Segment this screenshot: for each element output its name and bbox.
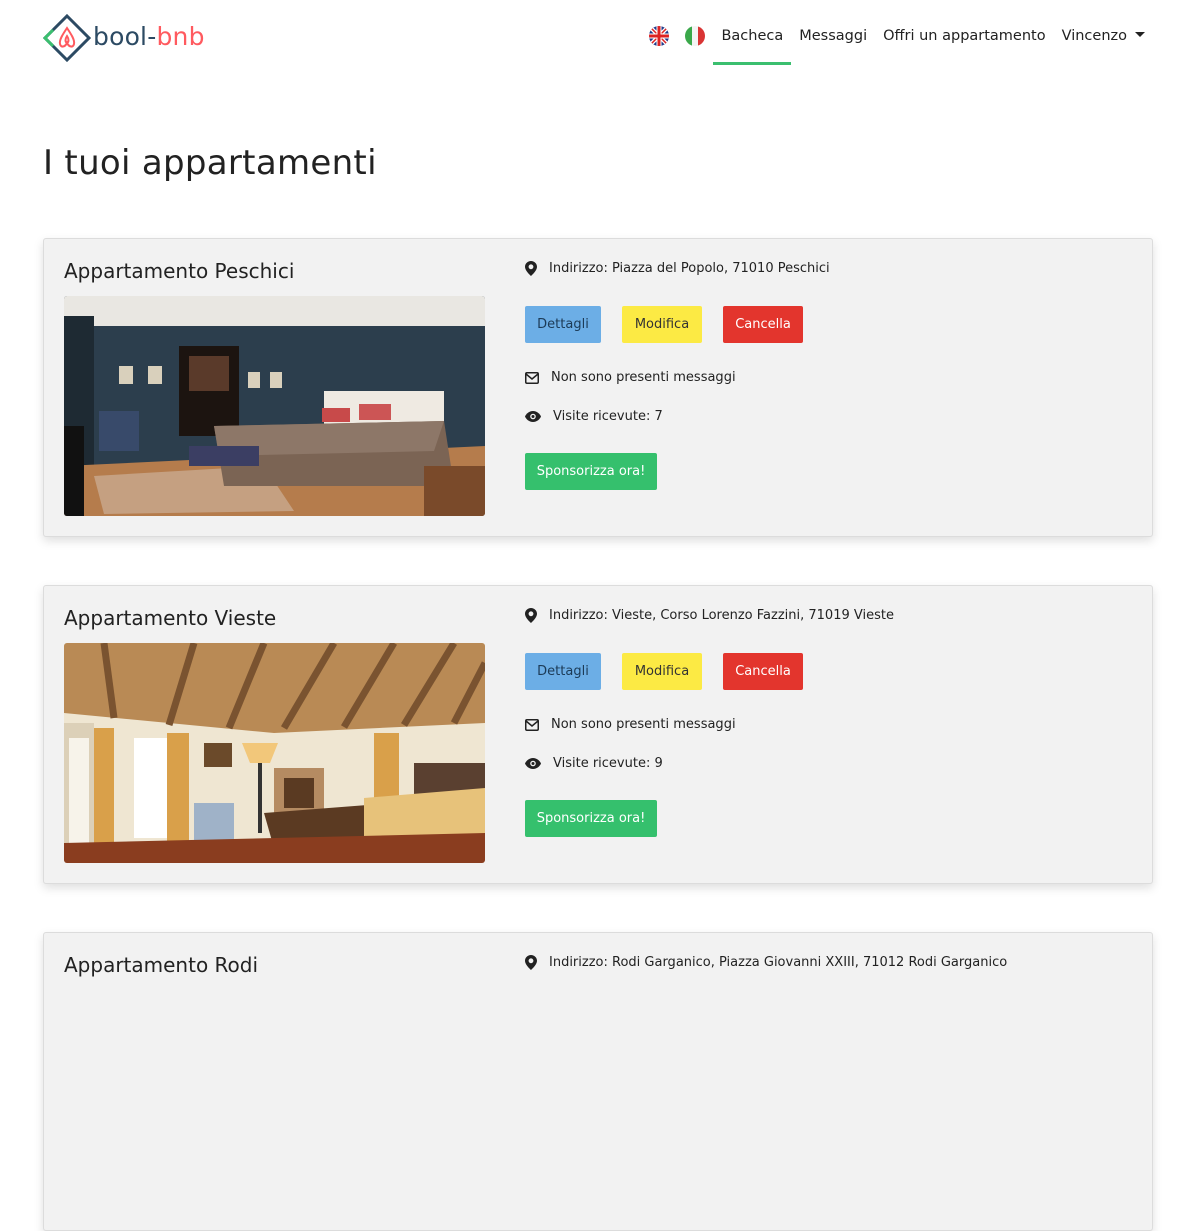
messages-row: Non sono presenti messaggi [525, 717, 736, 732]
apartment-title: Appartamento Vieste [64, 606, 277, 630]
apartment-photo [64, 296, 485, 516]
nav-menu: Bacheca Messaggi Offri un appartamento V… [649, 24, 1145, 65]
address-row: Indirizzo: Rodi Garganico, Piazza Giovan… [525, 955, 1007, 970]
delete-button[interactable]: Cancella [723, 653, 803, 690]
apartment-title: Appartamento Rodi [64, 953, 259, 977]
nav-offri-appartamento[interactable]: Offri un appartamento [883, 28, 1046, 44]
apartment-title: Appartamento Peschici [64, 259, 295, 283]
messages-row: Non sono presenti messaggi [525, 370, 736, 385]
nav-bacheca[interactable]: Bacheca [713, 28, 791, 65]
apartment-photo [64, 643, 485, 863]
brand-logo[interactable]: bool-bnb [43, 14, 205, 62]
map-marker-icon [525, 608, 537, 623]
map-marker-icon [525, 955, 537, 970]
visits-text: Visite ricevute: 9 [553, 756, 663, 771]
page-title: I tuoi appartamenti [43, 143, 377, 183]
edit-button[interactable]: Modifica [622, 653, 702, 690]
envelope-icon [525, 718, 539, 731]
user-menu-toggle[interactable]: Vincenzo [1062, 28, 1145, 44]
details-button[interactable]: Dettagli [525, 653, 601, 690]
edit-button[interactable]: Modifica [622, 306, 702, 343]
uk-flag-icon[interactable] [649, 26, 670, 46]
visits-row: Visite ricevute: 9 [525, 756, 663, 771]
apartment-info: Indirizzo: Piazza del Popolo, 71010 Pesc… [525, 239, 1125, 536]
apartment-card: Appartamento Rodi Indirizzo: Rodi Gargan… [43, 932, 1153, 1231]
messages-text: Non sono presenti messaggi [551, 370, 736, 385]
italy-flag-icon[interactable] [685, 26, 706, 46]
messages-text: Non sono presenti messaggi [551, 717, 736, 732]
navbar: bool-bnb Bacheca Messaggi Offri un appar… [0, 0, 1201, 80]
user-name: Vincenzo [1061, 28, 1127, 44]
map-marker-icon [525, 261, 537, 276]
eye-icon [525, 411, 541, 422]
apartment-card: Appartamento Vieste Indirizzo: Vieste, C… [43, 585, 1153, 884]
nav-messaggi[interactable]: Messaggi [799, 28, 867, 44]
chevron-down-icon [1135, 32, 1145, 37]
apartment-info: Indirizzo: Rodi Garganico, Piazza Giovan… [525, 933, 1125, 1230]
envelope-icon [525, 371, 539, 384]
address-text: Indirizzo: Piazza del Popolo, 71010 Pesc… [549, 261, 830, 276]
address-row: Indirizzo: Vieste, Corso Lorenzo Fazzini… [525, 608, 894, 623]
address-text: Indirizzo: Rodi Garganico, Piazza Giovan… [549, 955, 1008, 970]
visits-row: Visite ricevute: 7 [525, 409, 663, 424]
logo-icon [43, 14, 91, 62]
apartment-info: Indirizzo: Vieste, Corso Lorenzo Fazzini… [525, 586, 1125, 883]
address-text: Indirizzo: Vieste, Corso Lorenzo Fazzini… [549, 608, 894, 623]
visits-text: Visite ricevute: 7 [553, 409, 663, 424]
sponsor-button[interactable]: Sponsorizza ora! [525, 453, 657, 490]
sponsor-button[interactable]: Sponsorizza ora! [525, 800, 657, 837]
delete-button[interactable]: Cancella [723, 306, 803, 343]
address-row: Indirizzo: Piazza del Popolo, 71010 Pesc… [525, 261, 830, 276]
apartment-card: Appartamento Peschici Indirizzo: Piazza … [43, 238, 1153, 537]
eye-icon [525, 758, 541, 769]
brand-name: bool-bnb [93, 21, 205, 51]
details-button[interactable]: Dettagli [525, 306, 601, 343]
